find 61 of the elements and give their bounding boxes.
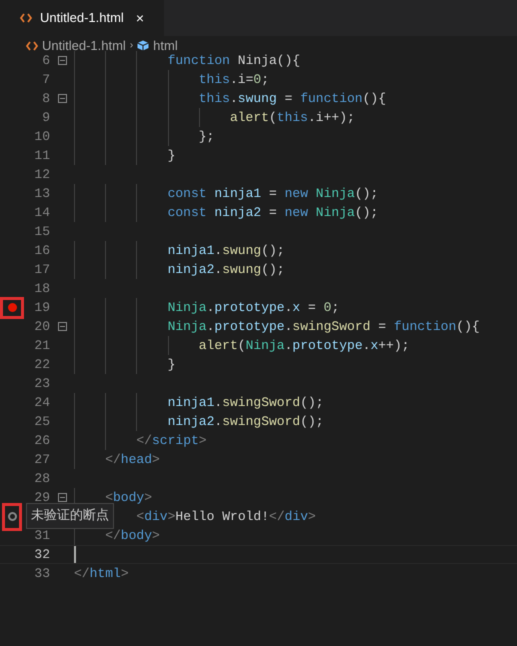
line-number: 14 <box>34 204 50 220</box>
code-line: </head> <box>105 450 160 469</box>
code-line: Ninja.prototype.swingSword = function(){ <box>168 318 480 336</box>
code-line: ninja1.swingSword(); <box>168 394 324 412</box>
line-number: 32 <box>34 546 50 562</box>
line-number: 13 <box>34 186 50 201</box>
line-number: 12 <box>34 166 50 182</box>
cube-icon <box>137 40 150 51</box>
code-line: </html> <box>74 564 129 583</box>
line-number: 17 <box>34 262 50 277</box>
code-line: } <box>168 356 176 374</box>
line-number: 18 <box>34 280 50 296</box>
tooltip: 未验证的断点 <box>26 503 114 529</box>
line-number: 23 <box>34 376 50 391</box>
code-line: Ninja.prototype.x = 0; <box>168 298 340 317</box>
code-line: </script> <box>136 432 207 450</box>
code-line: } <box>168 146 176 165</box>
line-number: 28 <box>34 470 50 486</box>
fold-icon[interactable] <box>58 56 66 65</box>
line-number: 7 <box>42 72 50 87</box>
line-number: 9 <box>42 110 50 125</box>
code-line: this.swung = function(){ <box>198 90 386 108</box>
code-file-icon <box>20 13 32 23</box>
line-number: 20 <box>34 318 50 334</box>
line-number: 27 <box>34 452 50 467</box>
code-line: ninja2.swung(); <box>168 260 285 279</box>
code-line: const ninja2 = new Ninja(); <box>168 204 378 222</box>
line-number: 26 <box>34 432 50 448</box>
line-number: 16 <box>34 242 50 258</box>
line-number: 25 <box>34 414 50 429</box>
line-number: 15 <box>34 224 50 239</box>
line-number: 11 <box>34 148 50 163</box>
line-number: 6 <box>42 52 50 68</box>
line-number: 22 <box>34 356 50 372</box>
line-number: 33 <box>34 566 50 581</box>
close-button[interactable]: × <box>136 8 144 28</box>
line-number: 29 <box>34 490 50 505</box>
code-line: const ninja1 = new Ninja(); <box>168 184 378 203</box>
line-number: 21 <box>34 338 50 353</box>
fold-icon[interactable] <box>58 94 66 103</box>
line-number: 19 <box>34 300 50 315</box>
code-line: alert(this.i++); <box>230 108 355 127</box>
breadcrumb-item[interactable]: Untitled-1.html <box>42 36 126 56</box>
fold-icon[interactable] <box>58 322 66 331</box>
code-line: alert(Ninja.prototype.x++); <box>198 336 410 355</box>
code-line: ninja1.swung(); <box>168 242 285 260</box>
breakpoint-marker[interactable] <box>2 502 22 530</box>
code-file-icon <box>26 40 38 50</box>
line-number: 10 <box>34 128 50 144</box>
code-line: this.i=0; <box>198 70 269 89</box>
code-line: <div>Hello Wrold!</div> <box>136 508 316 526</box>
line-number: 24 <box>34 394 50 410</box>
code-line: </body> <box>105 526 160 545</box>
line-number: 8 <box>42 90 50 106</box>
breakpoint-marker[interactable] <box>0 296 24 318</box>
code-line: ninja2.swingSword(); <box>168 412 324 431</box>
code-line: }; <box>198 128 214 146</box>
line-number: 31 <box>34 528 50 543</box>
breadcrumb-separator: › <box>130 39 134 53</box>
fold-icon[interactable] <box>58 493 66 502</box>
editor-tab[interactable]: Untitled-1.html × <box>0 0 164 36</box>
